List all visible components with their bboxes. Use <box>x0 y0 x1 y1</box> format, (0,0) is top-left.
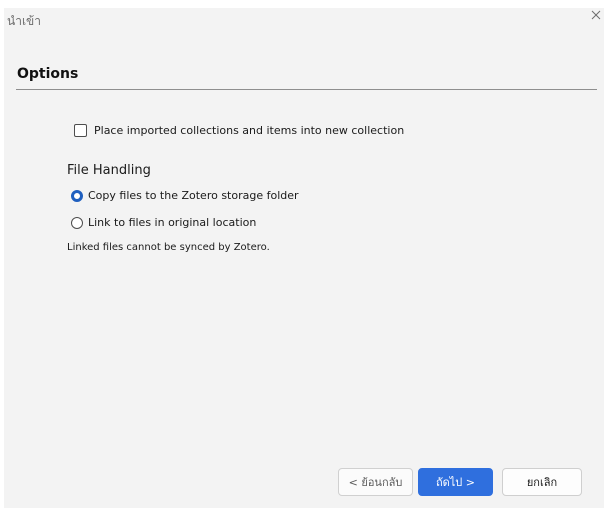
link-files-label: Link to files in original location <box>88 216 257 229</box>
place-in-collection-checkbox[interactable] <box>74 124 87 137</box>
wizard-dialog <box>4 8 604 508</box>
import-wizard-window: นำเข้า Options Place imported collection… <box>0 0 606 514</box>
section-divider <box>16 89 597 90</box>
cancel-button[interactable]: ยกเลิก <box>502 468 582 496</box>
window-title: นำเข้า <box>7 14 41 28</box>
copy-files-option[interactable]: Copy files to the Zotero storage folder <box>71 189 299 202</box>
copy-files-radio[interactable] <box>71 189 83 202</box>
link-files-radio[interactable] <box>71 216 83 229</box>
linked-files-note: Linked files cannot be synced by Zotero. <box>67 242 270 253</box>
back-button[interactable]: < ย้อนกลับ <box>338 468 413 496</box>
next-button[interactable]: ถัดไป > <box>418 468 493 496</box>
place-in-collection-option[interactable]: Place imported collections and items int… <box>74 124 404 137</box>
link-files-option[interactable]: Link to files in original location <box>71 216 256 229</box>
copy-files-label: Copy files to the Zotero storage folder <box>88 189 299 202</box>
section-title: Options <box>17 66 79 82</box>
close-icon[interactable] <box>589 8 603 22</box>
file-handling-heading: File Handling <box>67 163 151 178</box>
place-in-collection-label: Place imported collections and items int… <box>94 124 405 137</box>
